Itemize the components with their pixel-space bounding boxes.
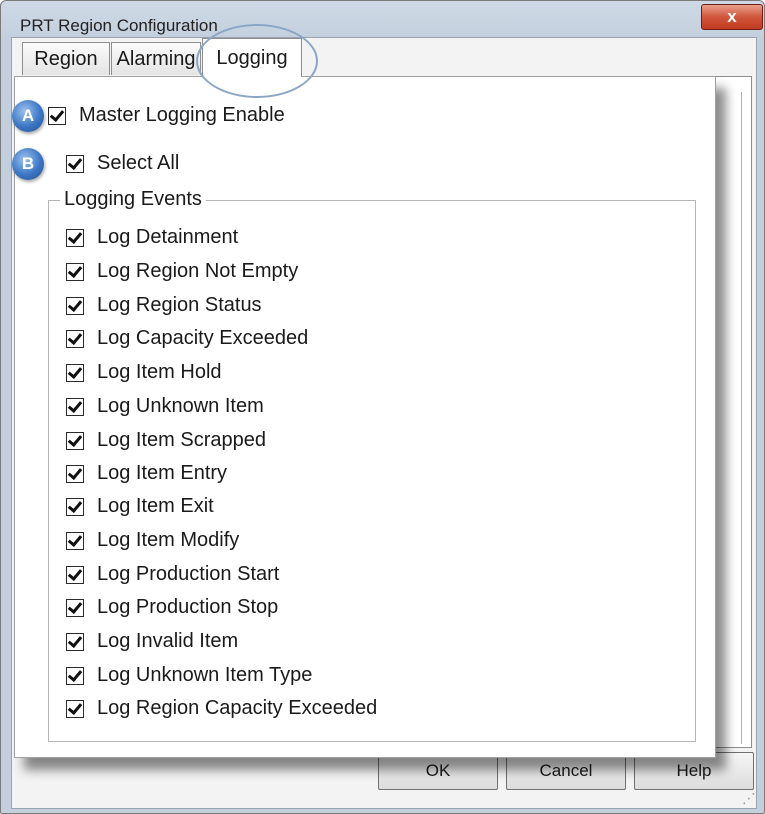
log-event-checkbox-row[interactable]: Log Region Status — [66, 294, 262, 317]
checkbox-checked-icon[interactable] — [48, 106, 66, 125]
checkbox-checked-icon[interactable] — [66, 397, 84, 416]
checkbox-checked-icon[interactable] — [66, 565, 84, 584]
log-event-checkbox-row[interactable]: Log Item Hold — [66, 361, 222, 384]
log-event-label: Log Unknown Item — [97, 395, 264, 417]
tab-region[interactable]: Region — [22, 42, 110, 75]
log-event-label: Log Item Scrapped — [97, 429, 266, 451]
log-event-checkbox-row[interactable]: Log Production Stop — [66, 596, 278, 619]
log-event-checkbox-row[interactable]: Log Invalid Item — [66, 630, 238, 653]
close-button[interactable]: x — [701, 4, 763, 30]
log-event-checkbox-row[interactable]: Log Unknown Item Type — [66, 664, 312, 687]
resize-grip-icon[interactable]: ⋰ — [736, 788, 756, 808]
log-event-checkbox-row[interactable]: Log Item Entry — [66, 462, 227, 485]
checkbox-checked-icon[interactable] — [66, 154, 84, 173]
log-event-label: Log Region Status — [97, 294, 262, 316]
window-title: PRT Region Configuration — [20, 16, 218, 35]
checkbox-checked-icon[interactable] — [66, 363, 84, 382]
checkbox-checked-icon[interactable] — [66, 497, 84, 516]
checkbox-checked-icon[interactable] — [66, 329, 84, 348]
select-all-label: Select All — [97, 152, 180, 174]
log-event-label: Log Item Entry — [97, 462, 228, 484]
log-event-checkbox-row[interactable]: Log Region Capacity Exceeded — [66, 697, 377, 720]
checkbox-checked-icon[interactable] — [66, 431, 84, 450]
log-event-checkbox-row[interactable]: Log Unknown Item — [66, 395, 264, 418]
select-all-checkbox-row[interactable]: Select All — [66, 152, 179, 175]
logging-events-title: Logging Events — [60, 188, 206, 211]
checkbox-checked-icon[interactable] — [66, 464, 84, 483]
log-event-label: Log Region Not Empty — [97, 260, 299, 282]
checkbox-checked-icon[interactable] — [66, 598, 84, 617]
log-event-label: Log Production Start — [97, 563, 280, 585]
log-event-label: Log Region Capacity Exceeded — [97, 697, 378, 719]
annotation-marker-a: A — [12, 100, 44, 132]
log-event-label: Log Production Stop — [97, 596, 279, 618]
checkbox-checked-icon[interactable] — [66, 262, 84, 281]
checkbox-checked-icon[interactable] — [66, 531, 84, 550]
log-event-checkbox-row[interactable]: Log Item Scrapped — [66, 429, 266, 452]
checkbox-checked-icon[interactable] — [66, 296, 84, 315]
checkbox-checked-icon[interactable] — [66, 699, 84, 718]
log-event-checkbox-row[interactable]: Log Region Not Empty — [66, 260, 298, 283]
log-event-label: Log Item Exit — [97, 495, 214, 517]
master-logging-checkbox-row[interactable]: Master Logging Enable — [48, 104, 285, 127]
log-event-label: Log Item Hold — [97, 361, 222, 383]
log-event-label: Log Capacity Exceeded — [97, 327, 309, 349]
log-event-checkbox-row[interactable]: Log Capacity Exceeded — [66, 327, 308, 350]
log-event-checkbox-row[interactable]: Log Item Modify — [66, 529, 239, 552]
log-event-checkbox-row[interactable]: Log Item Exit — [66, 495, 214, 518]
log-event-label: Log Detainment — [97, 226, 239, 248]
log-event-label: Log Unknown Item Type — [97, 664, 313, 686]
log-event-checkbox-row[interactable]: Log Detainment — [66, 226, 238, 249]
log-event-checkbox-row[interactable]: Log Production Start — [66, 563, 279, 586]
annotation-marker-b: B — [12, 148, 44, 180]
log-event-label: Log Invalid Item — [97, 630, 239, 652]
tab-highlight-ring — [196, 24, 318, 98]
tab-alarming[interactable]: Alarming — [111, 42, 201, 75]
master-logging-label: Master Logging Enable — [79, 104, 285, 126]
checkbox-checked-icon[interactable] — [66, 228, 84, 247]
log-event-label: Log Item Modify — [97, 529, 240, 551]
checkbox-checked-icon[interactable] — [66, 632, 84, 651]
checkbox-checked-icon[interactable] — [66, 666, 84, 685]
